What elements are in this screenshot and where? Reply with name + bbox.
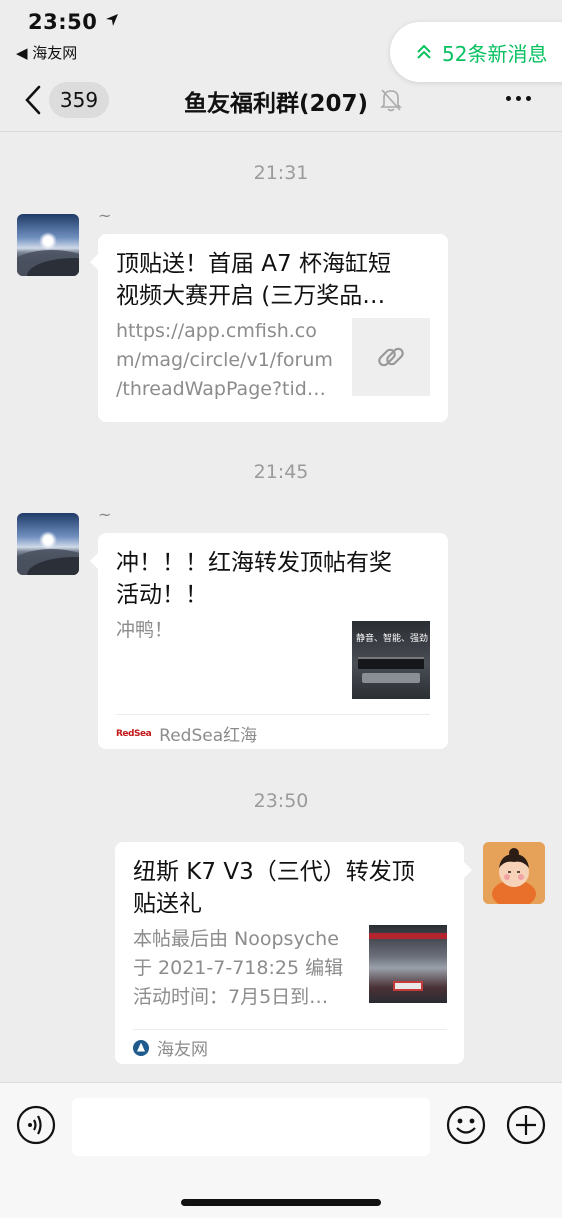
- card-desc-line: 活动时间：7月5日到…: [133, 986, 329, 1008]
- card-title-line: 顶贴送！首届 A7 杯海缸短: [116, 251, 391, 277]
- new-messages-label: 52条新消息: [442, 41, 548, 66]
- haiyou-logo-icon: [133, 1039, 149, 1056]
- card-title-line: 视频大赛开启 (三万奖品…: [116, 283, 386, 309]
- home-indicator[interactable]: [181, 1199, 381, 1206]
- cartoon-avatar-icon: [483, 842, 545, 904]
- redsea-logo: RedSea: [116, 728, 152, 739]
- card-desc-line: 本帖最后由 Noopsyche: [133, 928, 339, 950]
- sender-avatar[interactable]: [17, 513, 79, 575]
- card-source-label: 海友网: [157, 1040, 208, 1060]
- card-title-line: 纽斯 K7 V3（三代）转发顶: [133, 859, 415, 885]
- double-chevron-up-icon: [417, 44, 431, 59]
- status-time: 23:50: [28, 10, 119, 34]
- my-avatar[interactable]: [483, 842, 545, 904]
- message-timestamp: 21:45: [253, 461, 309, 483]
- card-thumbnail: [369, 925, 447, 1003]
- sender-name: ~: [98, 505, 112, 524]
- card-title-line: 贴送礼: [133, 891, 202, 917]
- voice-icon[interactable]: [16, 1105, 56, 1145]
- article-card-message[interactable]: 纽斯 K7 V3（三代）转发顶 贴送礼 本帖最后由 Noopsyche 于 20…: [115, 842, 472, 1064]
- back-chevron-icon[interactable]: [22, 84, 46, 116]
- location-arrow-icon: [106, 14, 119, 26]
- card-source-label: RedSea红海: [159, 726, 258, 746]
- sender-avatar[interactable]: [17, 214, 79, 276]
- message-timestamp: 21:31: [253, 162, 309, 184]
- more-dots-icon[interactable]: [506, 96, 531, 101]
- thumbnail-caption: 静音、智能、强劲: [356, 634, 429, 644]
- unread-count-badge[interactable]: 359: [49, 82, 109, 118]
- add-icon[interactable]: [506, 1105, 546, 1145]
- message-input[interactable]: [72, 1098, 430, 1156]
- card-desc-line: https://app.cmfish.co: [116, 320, 317, 342]
- card-source: RedSea RedSea红海: [116, 721, 257, 746]
- card-source: 海友网: [133, 1035, 208, 1060]
- sender-name: ~: [98, 206, 112, 225]
- card-title-line: 冲！！！红海转发顶帖有奖: [116, 550, 392, 576]
- chat-nav-bar: 359 鱼友福利群(207): [0, 70, 562, 132]
- link-card-message[interactable]: 顶贴送！首届 A7 杯海缸短 视频大赛开启 (三万奖品… https://app…: [90, 234, 448, 422]
- card-divider: [133, 1029, 447, 1030]
- card-thumbnail: [352, 318, 430, 396]
- card-desc-line: m/mag/circle/v1/forum: [116, 349, 333, 371]
- card-desc-line: 于 2021-7-718:25 编辑: [133, 957, 344, 979]
- article-card-message[interactable]: 冲！！！红海转发顶帖有奖 活动！！ 冲鸭！ 静音、智能、强劲 RedSea Re…: [90, 533, 448, 749]
- card-desc-line: 冲鸭！: [116, 619, 174, 641]
- input-toolbar: [0, 1082, 562, 1218]
- card-title-line: 活动！！: [116, 582, 208, 608]
- card-thumbnail: 静音、智能、强劲: [352, 621, 430, 699]
- mute-bell-icon: [380, 89, 402, 112]
- back-to-app-link[interactable]: ◀ 海友网: [16, 42, 77, 63]
- link-icon: [378, 347, 404, 367]
- message-timestamp: 23:50: [253, 790, 309, 812]
- card-divider: [116, 714, 430, 715]
- emoji-icon[interactable]: [446, 1105, 486, 1145]
- card-desc-line: /threadWapPage?tid…: [116, 378, 326, 400]
- chat-title[interactable]: 鱼友福利群(207): [184, 84, 368, 118]
